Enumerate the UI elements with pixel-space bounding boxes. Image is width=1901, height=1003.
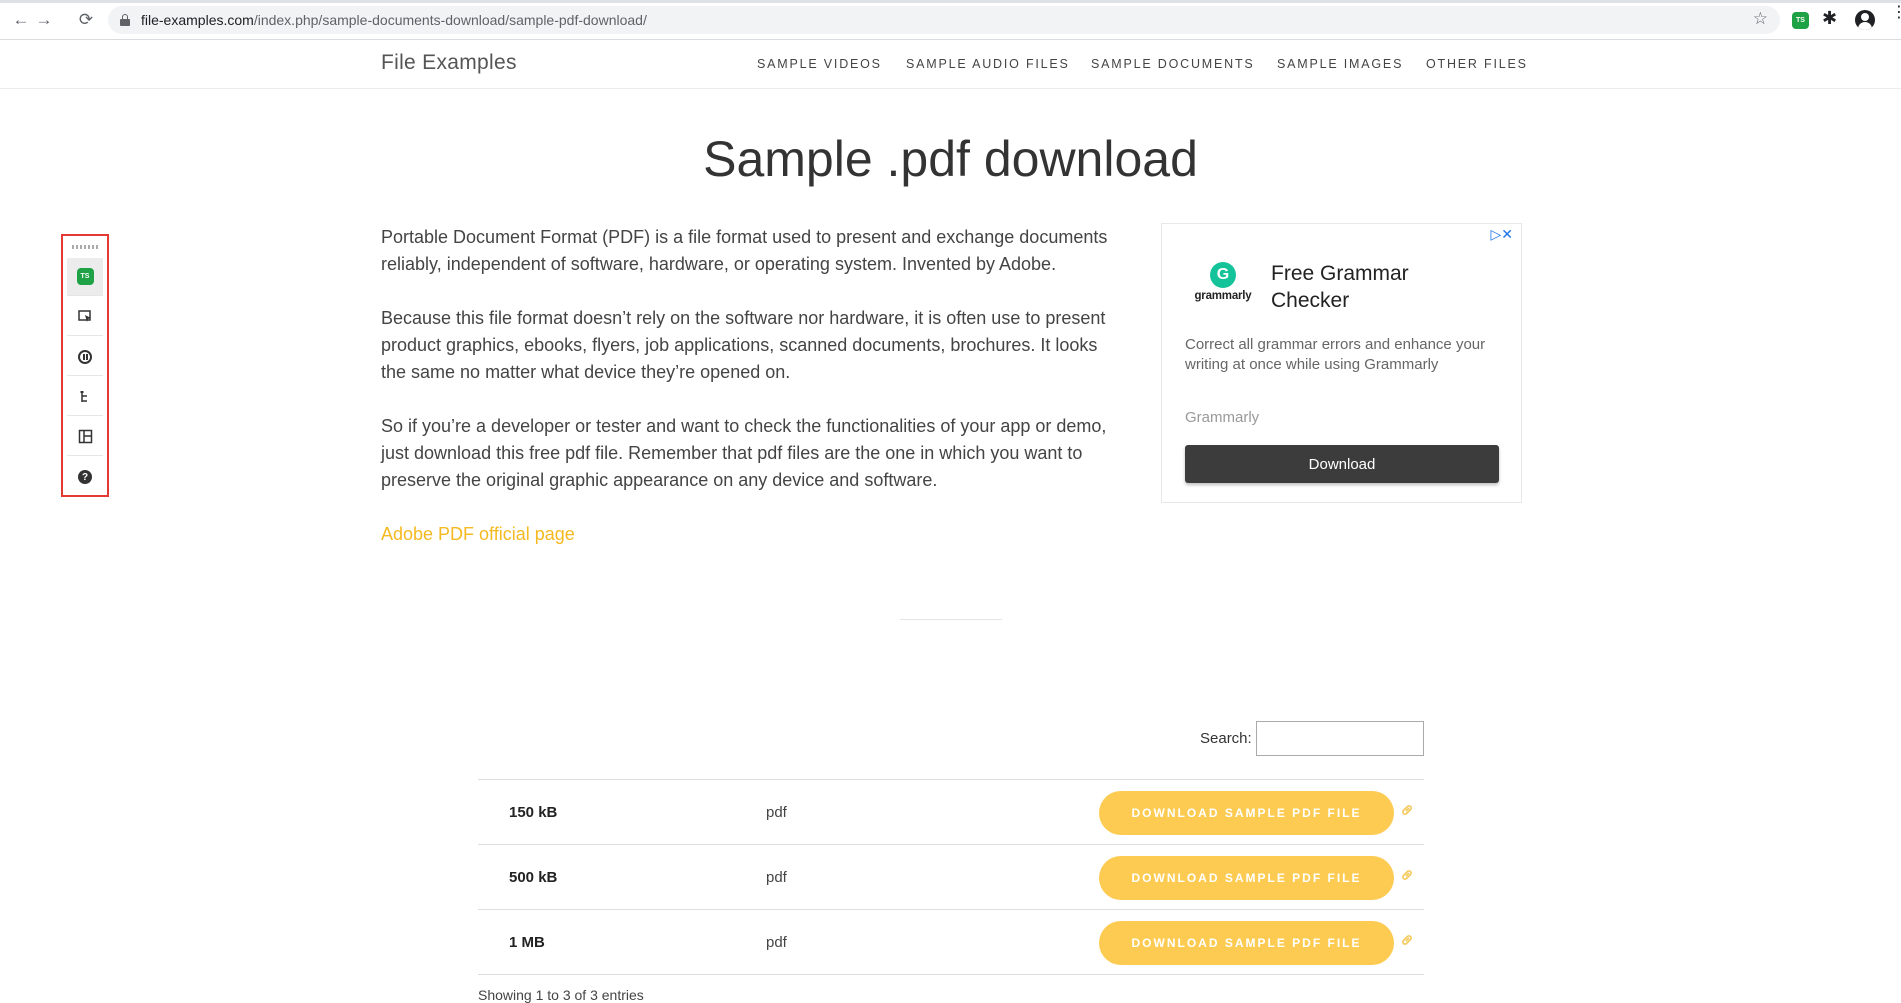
testing-toolbar: TS ? [61, 234, 109, 497]
forward-icon[interactable]: → [32, 8, 56, 32]
file-size: 500 kB [509, 869, 558, 886]
file-size: 150 kB [509, 804, 558, 821]
url-text[interactable]: file-examples.com/index.php/sample-docum… [141, 12, 647, 28]
back-icon[interactable]: ← [9, 8, 33, 32]
help-icon: ? [78, 470, 92, 484]
url-path: /index.php/sample-documents-download/sam… [253, 12, 647, 28]
file-type: pdf [766, 934, 787, 951]
intro-text: Portable Document Format (PDF) is a file… [381, 224, 1126, 575]
lock-icon[interactable] [120, 14, 130, 26]
link-icon[interactable] [1399, 932, 1415, 948]
table-row: 500 kB pdf DOWNLOAD SAMPLE PDF FILE [478, 844, 1424, 909]
download-pdf-button[interactable]: DOWNLOAD SAMPLE PDF FILE [1099, 921, 1394, 965]
toolbar-tree-button[interactable] [67, 378, 103, 416]
intro-paragraph: Because this file format doesn’t rely on… [381, 308, 1106, 382]
testing-extension-icon[interactable]: TS [1792, 12, 1809, 29]
toolbar-layout-button[interactable] [67, 418, 103, 456]
ad-download-button[interactable]: Download [1185, 445, 1499, 483]
grammarly-g-icon: G [1210, 262, 1236, 288]
panel-layout-icon [78, 429, 92, 444]
toolbar-help-button[interactable]: ? [67, 458, 103, 496]
search-label: Search: [1200, 730, 1252, 747]
site-brand[interactable]: File Examples [381, 51, 517, 75]
file-size: 1 MB [509, 934, 545, 951]
browser-menu-icon[interactable]: ⋮ [1891, 5, 1901, 21]
toolbar-select-element-button[interactable] [67, 298, 103, 336]
address-bar[interactable]: file-examples.com/index.php/sample-docum… [108, 6, 1780, 34]
profile-avatar-icon[interactable] [1855, 10, 1875, 30]
table-row: 150 kB pdf DOWNLOAD SAMPLE PDF FILE [478, 779, 1424, 844]
section-divider [900, 619, 1002, 620]
ts-logo-icon: TS [76, 268, 94, 285]
nav-other-files[interactable]: OTHER FILES [1426, 57, 1528, 71]
files-table: 150 kB pdf DOWNLOAD SAMPLE PDF FILE 500 … [478, 779, 1424, 975]
file-type: pdf [766, 869, 787, 886]
file-type: pdf [766, 804, 787, 821]
nav-sample-videos[interactable]: SAMPLE VIDEOS [757, 57, 882, 71]
table-row: 1 MB pdf DOWNLOAD SAMPLE PDF FILE [478, 909, 1424, 974]
ad-description: Correct all grammar errors and enhance y… [1185, 336, 1486, 373]
drag-handle[interactable] [72, 245, 98, 249]
bookmark-star-icon[interactable]: ☆ [1753, 9, 1768, 29]
grammarly-wordmark: grammarly [1194, 290, 1252, 302]
ad-brand: Grammarly [1185, 409, 1260, 426]
search-input[interactable] [1256, 721, 1424, 756]
nav-sample-audio-files[interactable]: SAMPLE AUDIO FILES [906, 57, 1070, 71]
tab-strip-edge [0, 0, 1901, 3]
grammarly-ad[interactable]: ▷✕ G grammarly Free Grammar Checker Corr… [1161, 223, 1522, 503]
intro-paragraph: So if you’re a developer or tester and w… [381, 416, 1107, 490]
select-element-icon [77, 310, 91, 322]
intro-paragraph: Portable Document Format (PDF) is a file… [381, 227, 1108, 274]
tree-hierarchy-icon [80, 390, 87, 402]
toolbar-home-button[interactable]: TS [67, 258, 103, 296]
pause-icon [78, 349, 92, 364]
ad-title[interactable]: Free Grammar Checker [1271, 260, 1471, 314]
adobe-official-link[interactable]: Adobe PDF official page [381, 524, 575, 544]
site-header: File Examples SAMPLE VIDEOS SAMPLE AUDIO… [0, 41, 1901, 89]
link-icon[interactable] [1399, 867, 1415, 883]
grammarly-logo: G grammarly [1186, 262, 1260, 312]
link-icon[interactable] [1399, 802, 1415, 818]
page-title: Sample .pdf download [703, 131, 1198, 187]
download-pdf-button[interactable]: DOWNLOAD SAMPLE PDF FILE [1099, 856, 1394, 900]
reload-icon[interactable]: ⟳ [74, 8, 98, 32]
nav-sample-documents[interactable]: SAMPLE DOCUMENTS [1091, 57, 1255, 71]
extensions-puzzle-icon[interactable]: ✱ [1822, 8, 1837, 29]
adchoices-close-icon[interactable]: ▷✕ [1491, 226, 1514, 243]
toolbar-pause-button[interactable] [67, 338, 103, 376]
download-pdf-button[interactable]: DOWNLOAD SAMPLE PDF FILE [1099, 791, 1394, 835]
browser-toolbar: ← → ⟳ file-examples.com/index.php/sample… [0, 0, 1901, 40]
nav-sample-images[interactable]: SAMPLE IMAGES [1277, 57, 1403, 71]
table-bottom-border [478, 974, 1424, 975]
url-domain: file-examples.com [141, 12, 254, 28]
